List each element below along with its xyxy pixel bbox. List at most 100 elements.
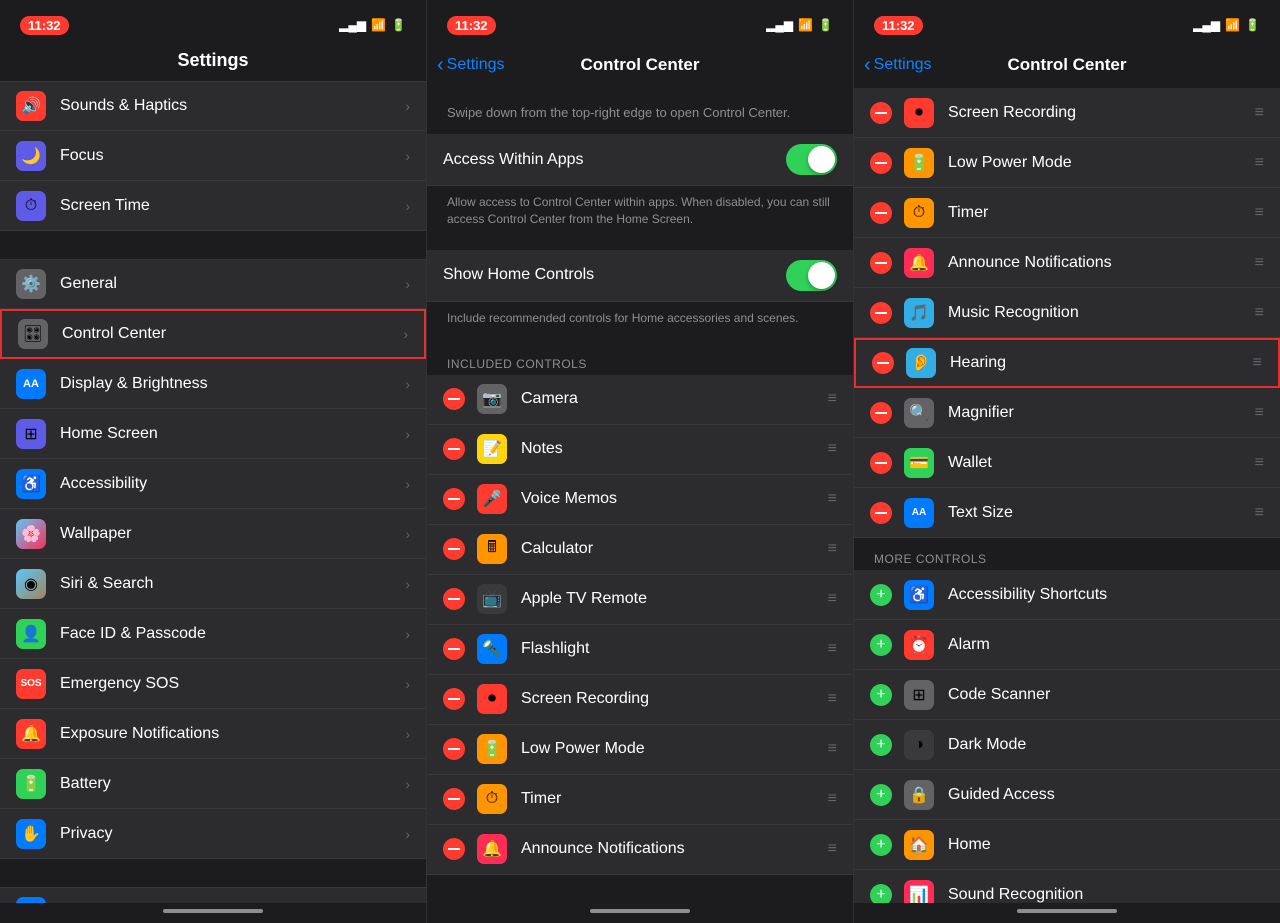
back-button-3[interactable]: ‹ Settings <box>864 54 931 77</box>
add-darkmode-btn[interactable]: + <box>870 734 892 756</box>
settings-item-sounds[interactable]: 🔊 Sounds & Haptics › <box>0 81 426 131</box>
focus-label: Focus <box>60 147 405 165</box>
settings-item-appstore[interactable]: A App Store › <box>0 887 426 903</box>
screenrecording-icon: ⏺ <box>477 684 507 714</box>
control-camera[interactable]: 📷 Camera ≡ <box>427 375 853 425</box>
add-guidedaccess-btn[interactable]: + <box>870 784 892 806</box>
drag-handle[interactable]: ≡ <box>828 640 837 658</box>
drag-handle[interactable]: ≡ <box>1255 154 1264 172</box>
p3-hearing[interactable]: 👂 Hearing ≡ <box>854 338 1280 388</box>
drag-handle[interactable]: ≡ <box>1255 104 1264 122</box>
remove-announcenotif-btn[interactable] <box>443 838 465 860</box>
settings-item-privacy[interactable]: ✋ Privacy › <box>0 809 426 859</box>
drag-handle[interactable]: ≡ <box>1255 404 1264 422</box>
add-soundrecog-btn[interactable]: + <box>870 884 892 904</box>
remove-p3-textsize-btn[interactable] <box>870 502 892 524</box>
drag-handle[interactable]: ≡ <box>1255 454 1264 472</box>
control-lowpower[interactable]: 🔋 Low Power Mode ≡ <box>427 725 853 775</box>
nav-bar-2: ‹ Settings Control Center <box>427 44 853 88</box>
p3-musicrecog[interactable]: 🎵 Music Recognition ≡ <box>854 288 1280 338</box>
settings-item-display[interactable]: AA Display & Brightness › <box>0 359 426 409</box>
add-codescanner-btn[interactable]: + <box>870 684 892 706</box>
drag-handle[interactable]: ≡ <box>828 790 837 808</box>
drag-handle[interactable]: ≡ <box>1253 354 1262 372</box>
drag-handle[interactable]: ≡ <box>828 590 837 608</box>
remove-p3-hearing-btn[interactable] <box>872 352 894 374</box>
remove-p3-lowpower-btn[interactable] <box>870 152 892 174</box>
p3-timer[interactable]: ⏱ Timer ≡ <box>854 188 1280 238</box>
drag-handle[interactable]: ≡ <box>828 840 837 858</box>
p3-darkmode[interactable]: + ◑ Dark Mode <box>854 720 1280 770</box>
p3-wallet[interactable]: 💳 Wallet ≡ <box>854 438 1280 488</box>
p3-textsize[interactable]: AA Text Size ≡ <box>854 488 1280 538</box>
add-accessshortcuts-btn[interactable]: + <box>870 584 892 606</box>
drag-handle[interactable]: ≡ <box>828 390 837 408</box>
control-timer[interactable]: ⏱ Timer ≡ <box>427 775 853 825</box>
control-appletvremote[interactable]: 📺 Apple TV Remote ≡ <box>427 575 853 625</box>
remove-camera-btn[interactable] <box>443 388 465 410</box>
p3-guidedaccess[interactable]: + 🔒 Guided Access <box>854 770 1280 820</box>
p3-announcenotif[interactable]: 🔔 Announce Notifications ≡ <box>854 238 1280 288</box>
settings-item-wallpaper[interactable]: 🌸 Wallpaper › <box>0 509 426 559</box>
show-home-controls-label: Show Home Controls <box>443 266 786 284</box>
drag-handle[interactable]: ≡ <box>1255 254 1264 272</box>
control-notes[interactable]: 📝 Notes ≡ <box>427 425 853 475</box>
p3-screenrecording-label: Screen Recording <box>948 104 1255 122</box>
settings-item-focus[interactable]: 🌙 Focus › <box>0 131 426 181</box>
control-calculator[interactable]: 🖩 Calculator ≡ <box>427 525 853 575</box>
p3-screenrecording[interactable]: ⏺ Screen Recording ≡ <box>854 88 1280 138</box>
remove-lowpower-btn[interactable] <box>443 738 465 760</box>
control-voicememos[interactable]: 🎤 Voice Memos ≡ <box>427 475 853 525</box>
show-home-controls-toggle[interactable] <box>786 260 837 291</box>
flashlight-label: Flashlight <box>521 640 828 658</box>
p3-lowpower[interactable]: 🔋 Low Power Mode ≡ <box>854 138 1280 188</box>
remove-p3-screenrecording-btn[interactable] <box>870 102 892 124</box>
drag-handle[interactable]: ≡ <box>1255 504 1264 522</box>
remove-p3-timer-btn[interactable] <box>870 202 892 224</box>
settings-item-faceid[interactable]: 👤 Face ID & Passcode › <box>0 609 426 659</box>
settings-item-homescreen[interactable]: ⊞ Home Screen › <box>0 409 426 459</box>
remove-flashlight-btn[interactable] <box>443 638 465 660</box>
drag-handle[interactable]: ≡ <box>1255 304 1264 322</box>
drag-handle[interactable]: ≡ <box>828 490 837 508</box>
settings-item-battery[interactable]: 🔋 Battery › <box>0 759 426 809</box>
settings-item-exposure[interactable]: 🔔 Exposure Notifications › <box>0 709 426 759</box>
remove-notes-btn[interactable] <box>443 438 465 460</box>
p3-accessshortcuts[interactable]: + ♿ Accessibility Shortcuts <box>854 570 1280 620</box>
remove-p3-magnifier-btn[interactable] <box>870 402 892 424</box>
settings-item-screentime[interactable]: ⏱ Screen Time › <box>0 181 426 231</box>
p3-magnifier[interactable]: 🔍 Magnifier ≡ <box>854 388 1280 438</box>
drag-handle[interactable]: ≡ <box>828 440 837 458</box>
home-indicator-3 <box>854 903 1280 923</box>
p3-codescanner-icon: ⊞ <box>904 680 934 710</box>
remove-voicememos-btn[interactable] <box>443 488 465 510</box>
settings-item-general[interactable]: ⚙️ General › <box>0 259 426 309</box>
p3-alarm[interactable]: + ⏰ Alarm <box>854 620 1280 670</box>
settings-item-controlcenter[interactable]: 🎛 Control Center › <box>0 309 426 359</box>
control-announcenotif[interactable]: 🔔 Announce Notifications ≡ <box>427 825 853 875</box>
p3-soundrecog[interactable]: + 📊 Sound Recognition <box>854 870 1280 903</box>
drag-handle[interactable]: ≡ <box>1255 204 1264 222</box>
access-within-apps-toggle[interactable] <box>786 144 837 175</box>
drag-handle[interactable]: ≡ <box>828 740 837 758</box>
remove-timer-btn[interactable] <box>443 788 465 810</box>
remove-p3-musicrecog-btn[interactable] <box>870 302 892 324</box>
remove-p3-wallet-btn[interactable] <box>870 452 892 474</box>
control-screenrecording[interactable]: ⏺ Screen Recording ≡ <box>427 675 853 725</box>
settings-item-siri[interactable]: ◉ Siri & Search › <box>0 559 426 609</box>
remove-calculator-btn[interactable] <box>443 538 465 560</box>
remove-screenrecording-btn[interactable] <box>443 688 465 710</box>
remove-appletvremote-btn[interactable] <box>443 588 465 610</box>
control-flashlight[interactable]: 🔦 Flashlight ≡ <box>427 625 853 675</box>
p3-home[interactable]: + 🏠 Home <box>854 820 1280 870</box>
remove-p3-announcenotif-btn[interactable] <box>870 252 892 274</box>
drag-handle[interactable]: ≡ <box>828 540 837 558</box>
back-button-2[interactable]: ‹ Settings <box>437 54 504 77</box>
settings-item-emergency[interactable]: SOS Emergency SOS › <box>0 659 426 709</box>
screentime-label: Screen Time <box>60 197 405 215</box>
p3-codescanner[interactable]: + ⊞ Code Scanner <box>854 670 1280 720</box>
drag-handle[interactable]: ≡ <box>828 690 837 708</box>
add-home-btn[interactable]: + <box>870 834 892 856</box>
settings-item-accessibility[interactable]: ♿ Accessibility › <box>0 459 426 509</box>
add-alarm-btn[interactable]: + <box>870 634 892 656</box>
